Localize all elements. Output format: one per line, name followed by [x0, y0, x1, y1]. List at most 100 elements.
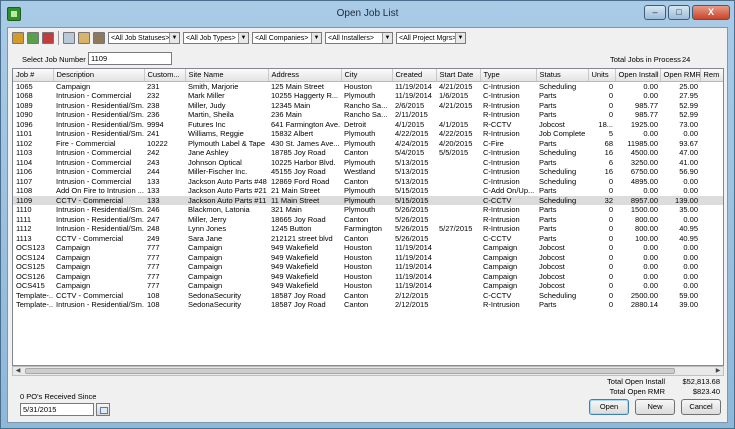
- export-icon[interactable]: [93, 32, 105, 44]
- table-cell: 1103: [16, 148, 33, 157]
- table-row[interactable]: 1089 Intrusion - Residential/Sm... 238 Mill…: [13, 100, 723, 111]
- scroll-left-icon[interactable]: ◀: [13, 367, 23, 375]
- folder-icon[interactable]: [12, 32, 24, 44]
- installer-filter[interactable]: <All Installers> ▼: [325, 32, 393, 44]
- table-cell: 800.00: [635, 214, 658, 224]
- column-header[interactable]: City: [341, 69, 393, 82]
- column-header[interactable]: Open RMR: [660, 69, 701, 82]
- table-cell: [436, 158, 480, 168]
- project-manager-filter[interactable]: <All Project Mgrs> ▼: [396, 32, 466, 44]
- open-button[interactable]: Open: [589, 399, 629, 415]
- table-cell: 1500.00: [630, 205, 658, 214]
- date-picker-icon[interactable]: [96, 403, 110, 416]
- table-cell: 236: [147, 110, 160, 119]
- table-row[interactable]: 1096 Intrusion - Residential/Sm... 9994 Fut…: [13, 120, 723, 130]
- column-header[interactable]: Custom...: [144, 69, 186, 82]
- table-cell: 800.00: [635, 224, 658, 233]
- table-cell: 0.00: [643, 252, 658, 262]
- table-row[interactable]: 1113 CCTV - Commercial 249 Sara Jane 212121 …: [13, 234, 723, 244]
- table-cell: 0.00: [683, 281, 698, 290]
- table-cell: 4/22/2015: [439, 129, 473, 138]
- table-cell: 949 Wakefield: [271, 243, 319, 252]
- table-cell: C-CCTV: [480, 195, 536, 205]
- table-cell: Add On Fire to Intrusion ...: [56, 186, 144, 195]
- new-button[interactable]: New: [635, 399, 675, 415]
- column-header[interactable]: Created: [392, 69, 437, 82]
- table-cell: Campaign: [188, 271, 223, 281]
- refresh-icon[interactable]: [27, 32, 39, 44]
- table-cell: Jackson Auto Parts #11: [185, 195, 268, 205]
- scroll-right-icon[interactable]: ▶: [713, 367, 723, 375]
- table-cell: Parts: [539, 300, 557, 309]
- table-row[interactable]: OCS125 Campaign 777 Campaign 949 Wakefield Ho…: [13, 262, 723, 272]
- table-row[interactable]: 1102 Fire - Commercial 10222 Plymouth Label…: [13, 138, 723, 149]
- close-button[interactable]: X: [692, 5, 730, 20]
- table-row[interactable]: 1107 Intrusion - Commercial 133 Jackson Aut…: [13, 177, 723, 187]
- company-filter[interactable]: <All Companies> ▼: [252, 32, 322, 44]
- column-header[interactable]: Address: [268, 69, 342, 82]
- table-cell: C-Intrusion: [483, 167, 520, 176]
- table-cell: 0: [608, 281, 613, 290]
- table-row[interactable]: 1068 Intrusion - Commercial 232 Mark Miller…: [13, 91, 723, 101]
- table-cell: Job Complete: [539, 129, 586, 138]
- table-row[interactable]: 1111 Intrusion - Residential/Sm... 247 Mill…: [13, 214, 723, 225]
- table-row[interactable]: 1104 Intrusion - Commercial 243 Johnson Opt…: [13, 158, 723, 168]
- table-row[interactable]: Template-... CCTV - Commercial 108 SedonaSe…: [13, 291, 723, 301]
- table-cell: Campaign: [483, 262, 518, 271]
- table-cell: 108: [147, 300, 160, 309]
- cancel-button[interactable]: Cancel: [681, 399, 721, 415]
- table-row[interactable]: 1109 CCTV - Commercial 133 Jackson Auto Par…: [13, 195, 723, 205]
- job-status-filter[interactable]: <All Job Statuses> ▼: [108, 32, 180, 44]
- table-row[interactable]: 1090 Intrusion - Residential/Sm... 236 Mart…: [13, 110, 723, 120]
- table-row[interactable]: Template-... Intrusion - Residential/Sm..…: [13, 300, 723, 310]
- column-header[interactable]: Start Date: [436, 69, 481, 82]
- column-header[interactable]: Units: [588, 69, 616, 82]
- table-row[interactable]: 1108 Add On Fire to Intrusion ... 133 Jacks…: [13, 186, 723, 196]
- table-row[interactable]: 1106 Intrusion - Commercial 244 Miller-Fisc…: [13, 167, 723, 177]
- column-header[interactable]: Description: [53, 69, 145, 82]
- table-cell: [700, 262, 723, 272]
- table-row[interactable]: 1101 Intrusion - Residential/Sm... 241 Will…: [13, 129, 723, 139]
- column-header[interactable]: Site Name: [185, 69, 269, 82]
- column-header[interactable]: Type: [480, 69, 537, 82]
- po-since-date-input[interactable]: [20, 403, 94, 416]
- column-header[interactable]: Job #: [13, 69, 54, 82]
- table-cell: C-Fire: [483, 138, 504, 148]
- horizontal-scrollbar[interactable]: ◀ ▶: [12, 366, 724, 376]
- column-header[interactable]: Open Install: [615, 69, 661, 82]
- calendar-icon[interactable]: [42, 32, 54, 44]
- table-cell: [700, 81, 723, 91]
- table-cell: 0.00: [683, 262, 698, 271]
- column-header[interactable]: Rem: [700, 69, 723, 82]
- table-cell: Template-...: [16, 300, 53, 309]
- table-row[interactable]: OCS124 Campaign 777 Campaign 949 Wakefield Ho…: [13, 252, 723, 263]
- table-cell: 0: [608, 100, 613, 110]
- table-row[interactable]: OCS123 Campaign 777 Campaign 949 Wakefield Ho…: [13, 243, 723, 253]
- job-number-input[interactable]: [88, 52, 172, 65]
- job-type-filter[interactable]: <All Job Types> ▼: [183, 32, 249, 44]
- column-header[interactable]: Status: [536, 69, 589, 82]
- table-cell: Williams, Reggie: [188, 129, 244, 138]
- table-cell: [700, 291, 723, 301]
- table-cell: 777: [147, 243, 160, 252]
- table-row[interactable]: 1065 Campaign 231 Smith, Marjorie 125 Main S…: [13, 81, 723, 91]
- table-cell: R-Intrusion: [483, 100, 520, 110]
- table-cell: Campaign: [483, 281, 518, 290]
- table-row[interactable]: OCS126 Campaign 777 Campaign 949 Wakefield Ho…: [13, 271, 723, 282]
- table-cell: 246: [147, 205, 160, 214]
- table-row[interactable]: OCS415 Campaign 777 Campaign 949 Wakefield Ho…: [13, 281, 723, 291]
- table-row[interactable]: 1112 Intrusion - Residential/Sm... 248 Lynn…: [13, 224, 723, 234]
- job-grid[interactable]: Job # Description Custom... Site Name Addres…: [12, 68, 724, 366]
- table-cell: Campaign: [188, 281, 223, 290]
- print-icon[interactable]: [63, 32, 75, 44]
- table-cell: Plymouth: [344, 129, 376, 138]
- table-cell: 0: [608, 205, 613, 214]
- maximize-button[interactable]: □: [668, 5, 690, 20]
- minimize-button[interactable]: –: [644, 5, 666, 20]
- table-cell: Campaign: [56, 271, 91, 281]
- table-cell: Jane Ashley: [188, 148, 229, 157]
- scroll-thumb[interactable]: [25, 368, 675, 374]
- table-row[interactable]: 1103 Intrusion - Commercial 242 Jane Ashley…: [13, 148, 723, 158]
- table-row[interactable]: 1110 Intrusion - Residential/Sm... 246 Blac…: [13, 205, 723, 215]
- report-icon[interactable]: [78, 32, 90, 44]
